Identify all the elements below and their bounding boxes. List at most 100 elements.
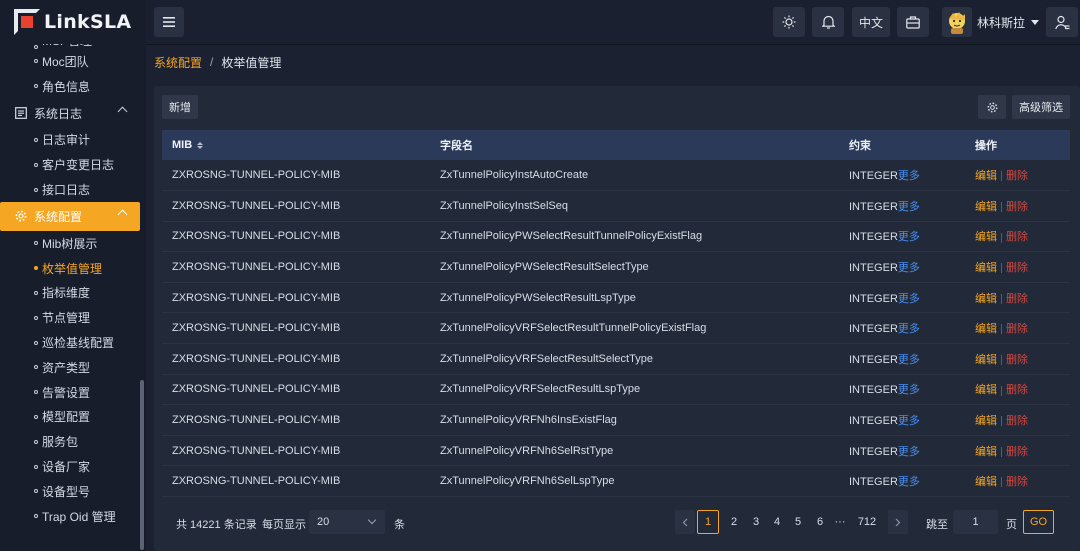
logo[interactable]: LinkSLA bbox=[0, 0, 146, 44]
language-button[interactable]: 中文 bbox=[852, 7, 890, 37]
sidebar-item-label: 指标维度 bbox=[42, 286, 91, 301]
sidebar-item-10[interactable]: 节点管理 bbox=[0, 305, 140, 330]
more-link[interactable]: 更多 bbox=[898, 476, 920, 488]
sidebar-item-12[interactable]: 资产类型 bbox=[0, 355, 140, 380]
sun-icon bbox=[782, 15, 796, 29]
more-link[interactable]: 更多 bbox=[898, 446, 920, 458]
sidebar-item-3[interactable]: 日志审计 bbox=[0, 128, 140, 153]
more-link[interactable]: 更多 bbox=[898, 354, 920, 366]
next-page-button[interactable] bbox=[888, 510, 908, 534]
jump-input[interactable] bbox=[953, 510, 998, 534]
column-settings-button[interactable] bbox=[978, 95, 1006, 119]
more-link[interactable]: 更多 bbox=[898, 415, 920, 427]
notification-button[interactable] bbox=[812, 7, 844, 37]
more-link[interactable]: 更多 bbox=[898, 323, 920, 335]
sidebar-item-4[interactable]: 客户变更日志 bbox=[0, 152, 140, 177]
delete-link[interactable]: 删除 bbox=[1006, 415, 1028, 427]
cell-ops: 编辑 删除 bbox=[965, 435, 1070, 466]
theme-toggle-button[interactable] bbox=[773, 7, 805, 37]
sidebar-item-5[interactable]: 接口日志 bbox=[0, 177, 140, 202]
page-0[interactable]: 1 bbox=[697, 510, 719, 534]
edit-link[interactable]: 编辑 bbox=[975, 354, 997, 366]
page-size-select[interactable]: 20 bbox=[309, 510, 385, 534]
toolbox-button[interactable] bbox=[897, 7, 929, 37]
sidebar-group-2[interactable]: 系统日志 bbox=[0, 99, 140, 128]
menu-toggle-button[interactable] bbox=[154, 7, 184, 37]
sidebar-item-label: 客户变更日志 bbox=[42, 158, 115, 173]
user-settings-button[interactable] bbox=[1046, 7, 1078, 37]
cell-field: ZxTunnelPolicyPWSelectResultTunnelPolicy… bbox=[440, 230, 703, 243]
page-7[interactable]: 712 bbox=[857, 510, 877, 534]
bullet-icon bbox=[34, 489, 38, 494]
edit-link[interactable]: 编辑 bbox=[975, 446, 997, 458]
cell-mib: ZXROSNG-TUNNEL-POLICY-MIB bbox=[172, 475, 341, 488]
more-link[interactable]: 更多 bbox=[898, 231, 920, 243]
delete-link[interactable]: 删除 bbox=[1006, 446, 1028, 458]
more-link[interactable]: 更多 bbox=[898, 201, 920, 213]
cell-field: ZxTunnelPolicyVRFNh6SelRstType bbox=[440, 444, 614, 457]
sidebar-item-17[interactable]: 设备型号 bbox=[0, 479, 140, 504]
page-1[interactable]: 2 bbox=[724, 510, 744, 534]
edit-link[interactable]: 编辑 bbox=[975, 201, 997, 213]
edit-link[interactable]: 编辑 bbox=[975, 384, 997, 396]
sidebar-group-6[interactable]: 系统配置 bbox=[0, 201, 140, 231]
delete-link[interactable]: 删除 bbox=[1006, 476, 1028, 488]
ops-divider bbox=[1001, 446, 1002, 457]
delete-link[interactable]: 删除 bbox=[1006, 262, 1028, 274]
edit-link[interactable]: 编辑 bbox=[975, 293, 997, 305]
sidebar-item-15[interactable]: 服务包 bbox=[0, 429, 140, 454]
sort-icon[interactable] bbox=[197, 141, 204, 149]
sidebar-item-18[interactable]: Trap Oid 管理 bbox=[0, 504, 140, 529]
more-link[interactable]: 更多 bbox=[898, 293, 920, 305]
sidebar-item-7[interactable]: Mib树展示 bbox=[0, 231, 140, 256]
topbar: 中文 林科斯拉 bbox=[146, 0, 1080, 45]
edit-link[interactable]: 编辑 bbox=[975, 170, 997, 182]
more-link[interactable]: 更多 bbox=[898, 384, 920, 396]
sidebar-item-label: 告警设置 bbox=[42, 385, 91, 400]
delete-link[interactable]: 删除 bbox=[1006, 170, 1028, 182]
sidebar-item-16[interactable]: 设备厂家 bbox=[0, 454, 140, 479]
more-link[interactable]: 更多 bbox=[898, 262, 920, 274]
page-size-label: 每页显示 bbox=[262, 519, 306, 531]
edit-link[interactable]: 编辑 bbox=[975, 262, 997, 274]
sidebar-item-13[interactable]: 告警设置 bbox=[0, 380, 140, 405]
bullet-icon bbox=[34, 266, 38, 271]
cell-mib: ZXROSNG-TUNNEL-POLICY-MIB bbox=[172, 230, 341, 243]
breadcrumb-parent[interactable]: 系统配置 bbox=[154, 54, 202, 71]
sidebar-item-1[interactable]: 角色信息 bbox=[0, 74, 140, 99]
sidebar-item-label: 接口日志 bbox=[42, 183, 91, 198]
advanced-filter-button[interactable]: 高级筛选 bbox=[1012, 95, 1070, 119]
gear-icon bbox=[14, 210, 27, 223]
add-button[interactable]: 新增 bbox=[162, 95, 198, 119]
edit-link[interactable]: 编辑 bbox=[975, 415, 997, 427]
header-mib[interactable]: MIB bbox=[162, 130, 430, 160]
page-6[interactable]: ··· bbox=[830, 510, 850, 534]
edit-link[interactable]: 编辑 bbox=[975, 323, 997, 335]
sidebar-item-11[interactable]: 巡检基线配置 bbox=[0, 330, 140, 355]
cell-mib: ZXROSNG-TUNNEL-POLICY-MIB bbox=[172, 169, 341, 182]
page-5[interactable]: 6 bbox=[810, 510, 830, 534]
cell-field: ZxTunnelPolicyVRFSelectResultSelectType bbox=[440, 352, 653, 365]
go-button[interactable]: GO bbox=[1023, 510, 1054, 534]
user-menu[interactable]: 林科斯拉 bbox=[942, 7, 1040, 37]
sidebar-item-14[interactable]: 模型配置 bbox=[0, 405, 140, 430]
delete-link[interactable]: 删除 bbox=[1006, 231, 1028, 243]
delete-link[interactable]: 删除 bbox=[1006, 384, 1028, 396]
sidebar-item-9[interactable]: 指标维度 bbox=[0, 281, 140, 306]
sidebar-item-0[interactable]: Moc团队 bbox=[0, 49, 140, 74]
page-2[interactable]: 3 bbox=[746, 510, 766, 534]
delete-link[interactable]: 删除 bbox=[1006, 323, 1028, 335]
delete-link[interactable]: 删除 bbox=[1006, 354, 1028, 366]
more-link[interactable]: 更多 bbox=[898, 170, 920, 182]
delete-link[interactable]: 删除 bbox=[1006, 201, 1028, 213]
edit-link[interactable]: 编辑 bbox=[975, 231, 997, 243]
sidebar-scrollbar[interactable] bbox=[140, 380, 144, 550]
page-3[interactable]: 4 bbox=[767, 510, 787, 534]
page-4[interactable]: 5 bbox=[788, 510, 808, 534]
bullet-icon bbox=[34, 45, 38, 49]
edit-link[interactable]: 编辑 bbox=[975, 476, 997, 488]
prev-page-button[interactable] bbox=[675, 510, 695, 534]
sidebar-item-8[interactable]: 枚举值管理 bbox=[0, 256, 140, 281]
delete-link[interactable]: 删除 bbox=[1006, 293, 1028, 305]
sidebar-item-label: 模型配置 bbox=[42, 410, 91, 425]
